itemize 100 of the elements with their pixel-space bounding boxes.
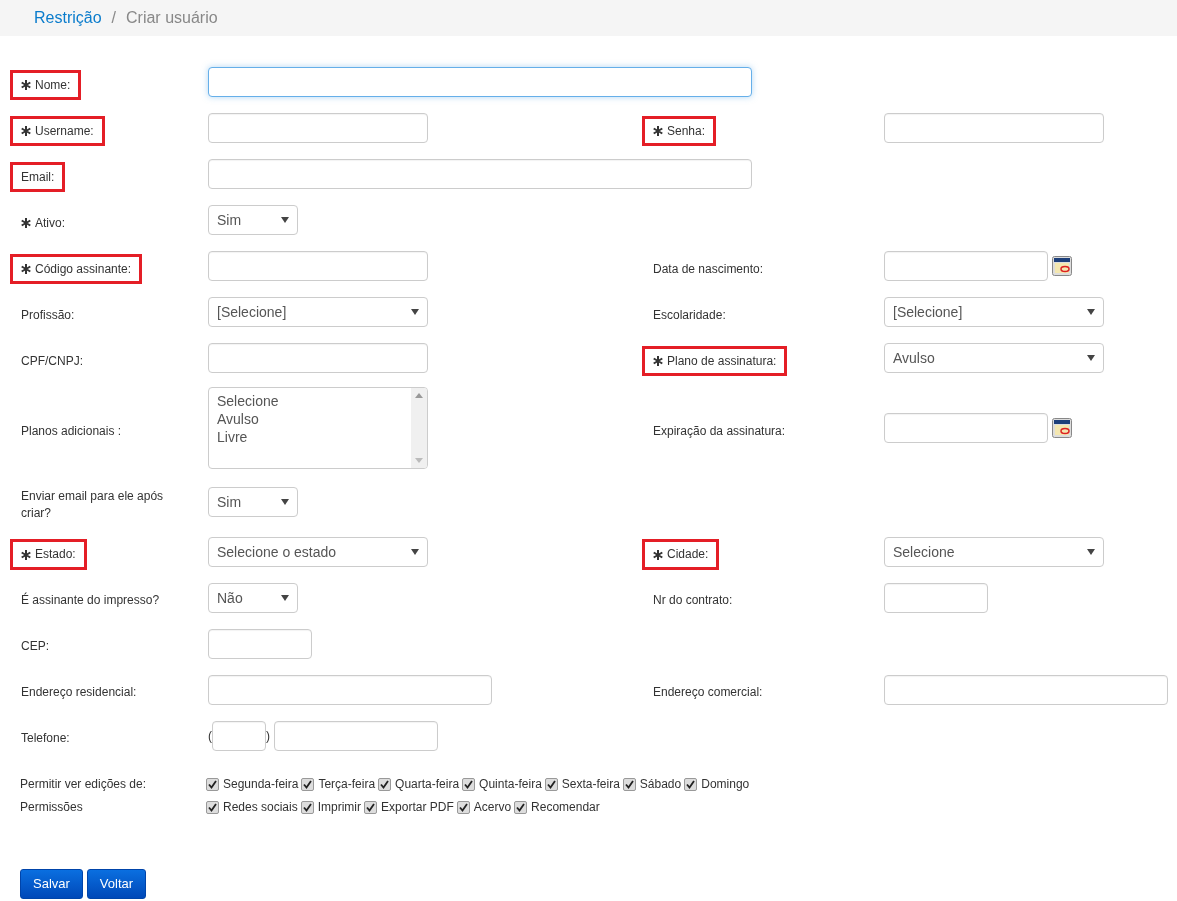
select-field[interactable]: Sim <box>208 486 298 517</box>
list-option[interactable]: Selecione <box>217 392 279 410</box>
field-label: Endereço comercial: <box>653 684 763 701</box>
checkbox[interactable] <box>206 777 219 791</box>
checkbox-label: Domingo <box>701 777 750 792</box>
checkbox-label: Quarta-feira <box>395 777 460 792</box>
select-field[interactable]: Avulso <box>884 343 1104 373</box>
field-label: Profissão: <box>21 306 75 324</box>
calendar-icon[interactable] <box>1052 418 1072 438</box>
checkbox-label: Recomendar <box>531 800 600 815</box>
list-option[interactable]: Livre <box>217 428 279 446</box>
field-label: Nr do contrato: <box>653 592 733 609</box>
field-label: Enviar email para ele após criar? <box>21 488 165 522</box>
caret-icon <box>1087 355 1095 361</box>
field-label: Permitir ver edições de: <box>20 777 148 792</box>
select-field[interactable]: Não <box>208 582 298 613</box>
asterisk-icon <box>653 356 663 366</box>
text-input[interactable] <box>208 343 428 373</box>
select-field[interactable]: [Selecione] <box>208 297 428 327</box>
field-label: Planos adicionais : <box>21 422 122 440</box>
asterisk-icon <box>21 218 31 228</box>
field-label: Cidade: <box>667 546 709 563</box>
asterisk-icon <box>21 126 31 136</box>
select-field[interactable]: Selecione <box>884 536 1104 567</box>
checkbox[interactable] <box>514 800 528 814</box>
text-input[interactable] <box>884 674 1168 705</box>
list-option[interactable]: Avulso <box>217 410 279 428</box>
field-label: Data de nascimento: <box>653 260 764 278</box>
breadcrumb-link[interactable]: Restrição <box>34 9 102 27</box>
field-label: Plano de assinatura: <box>667 352 777 370</box>
checkbox[interactable] <box>301 777 315 791</box>
field-label: Expiração da assinatura: <box>653 422 786 440</box>
phone-input[interactable] <box>274 720 438 751</box>
field-label: CPF/CNPJ: <box>21 352 83 370</box>
field-label: Senha: <box>667 122 706 140</box>
checkbox[interactable] <box>544 777 558 791</box>
checkbox-label: Sexta-feira <box>561 777 620 792</box>
field-label: Permissões <box>20 800 84 815</box>
field-label: Escolaridade: <box>653 306 726 324</box>
checkbox[interactable] <box>300 800 314 814</box>
checkbox-label: Quinta-feira <box>479 777 542 792</box>
caret-icon <box>281 498 289 505</box>
checkbox[interactable] <box>684 777 698 791</box>
calendar-icon[interactable] <box>1052 256 1072 276</box>
field-label: Telefone: <box>21 730 70 747</box>
date-input[interactable] <box>884 413 1048 443</box>
checkbox[interactable] <box>206 800 219 814</box>
select-field[interactable]: Selecione o estado <box>208 536 428 567</box>
text-input[interactable] <box>884 582 988 613</box>
checkbox-label: Sábado <box>639 777 682 792</box>
text-input[interactable] <box>208 67 752 97</box>
caret-icon <box>281 217 289 223</box>
checkbox-label: Acervo <box>473 800 512 815</box>
area-code-input[interactable] <box>212 720 266 751</box>
select-field[interactable]: Sim <box>208 205 298 235</box>
text-input[interactable] <box>208 628 312 659</box>
field-label: Ativo: <box>35 214 65 232</box>
checkbox[interactable] <box>378 777 392 791</box>
text-input[interactable] <box>208 159 752 189</box>
form-button[interactable]: Salvar <box>20 868 83 899</box>
field-label: CEP: <box>21 638 49 655</box>
asterisk-icon <box>653 549 663 560</box>
asterisk-icon <box>21 549 31 560</box>
checkbox[interactable] <box>456 800 470 814</box>
checkbox-label: Segunda-feira <box>223 777 299 792</box>
field-label: Nome: <box>35 76 71 94</box>
paren-text: ) <box>266 728 270 743</box>
asterisk-icon <box>21 264 31 274</box>
date-input[interactable] <box>884 251 1048 281</box>
text-input[interactable] <box>884 113 1104 143</box>
checkbox[interactable] <box>364 800 378 814</box>
text-input[interactable] <box>208 251 428 281</box>
text-input[interactable] <box>208 674 492 705</box>
checkbox[interactable] <box>462 777 476 791</box>
caret-icon <box>1087 309 1095 315</box>
scrollbar[interactable] <box>411 388 427 468</box>
paren-text: ( <box>208 728 212 743</box>
breadcrumb-separator: / <box>111 9 117 27</box>
field-label: Estado: <box>35 546 76 563</box>
checkbox-label: Exportar PDF <box>381 800 454 815</box>
field-label: Código assinante: <box>35 260 132 278</box>
checkbox[interactable] <box>622 777 636 791</box>
form-button[interactable]: Voltar <box>86 868 147 899</box>
select-field[interactable]: [Selecione] <box>884 297 1104 327</box>
field-label: É assinante do impresso? <box>21 592 160 609</box>
checkbox-label: Imprimir <box>317 800 362 815</box>
checkbox-label: Redes sociais <box>223 800 298 815</box>
breadcrumb-current: Criar usuário <box>126 9 218 27</box>
text-input[interactable] <box>208 113 428 143</box>
checkbox-label: Terça-feira <box>318 777 376 792</box>
caret-icon <box>281 594 289 601</box>
caret-icon <box>1087 548 1095 555</box>
field-label: Email: <box>21 168 55 186</box>
caret-icon <box>411 309 419 315</box>
caret-icon <box>411 548 419 555</box>
field-label: Endereço residencial: <box>21 684 137 701</box>
list-box[interactable]: Selecione Avulso Livre <box>208 387 428 469</box>
field-label: Username: <box>35 122 94 140</box>
asterisk-icon <box>653 126 663 136</box>
asterisk-icon <box>21 80 31 90</box>
